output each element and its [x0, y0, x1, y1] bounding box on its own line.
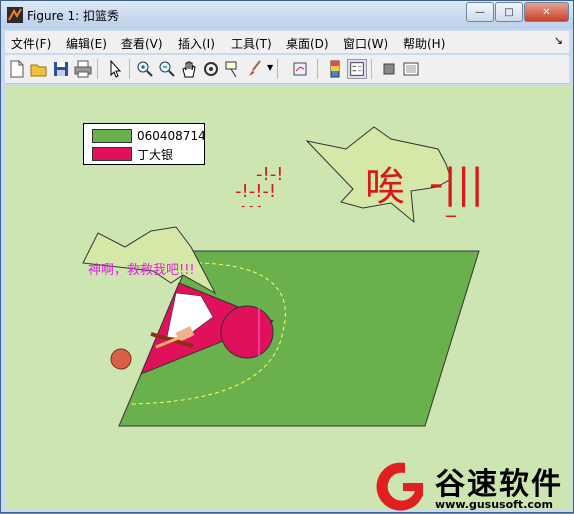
legend-entry: 丁大银 [92, 146, 173, 162]
plot-text-dots: - - - [241, 199, 262, 213]
plot-text-sigh: 唉 [365, 164, 405, 210]
legend-swatch [92, 129, 132, 143]
figure-window: Figure 1: 扣篮秀 — □ ✕ 文件(F) 编辑(E) 查看(V) 插入… [0, 0, 574, 513]
legend-swatch [92, 147, 132, 161]
ball [110, 348, 132, 370]
plot-graphics [82, 126, 480, 427]
plot-text-underscore: _ [446, 193, 456, 217]
legend-label: 060408714 [137, 129, 206, 143]
plot-legend[interactable]: 060408714 丁大银 [83, 123, 206, 165]
plot-text-dash-line: -||| [429, 161, 484, 207]
legend-entry: 060408714 [92, 128, 206, 144]
legend-label: 丁大银 [137, 147, 174, 162]
plot-text-cry: 神啊，救救我吧!!! [88, 263, 195, 278]
watermark-url: www.gususoft.com [435, 498, 553, 511]
watermark-brand: 谷速软件 [435, 467, 563, 502]
free-throw-circle [220, 305, 274, 359]
